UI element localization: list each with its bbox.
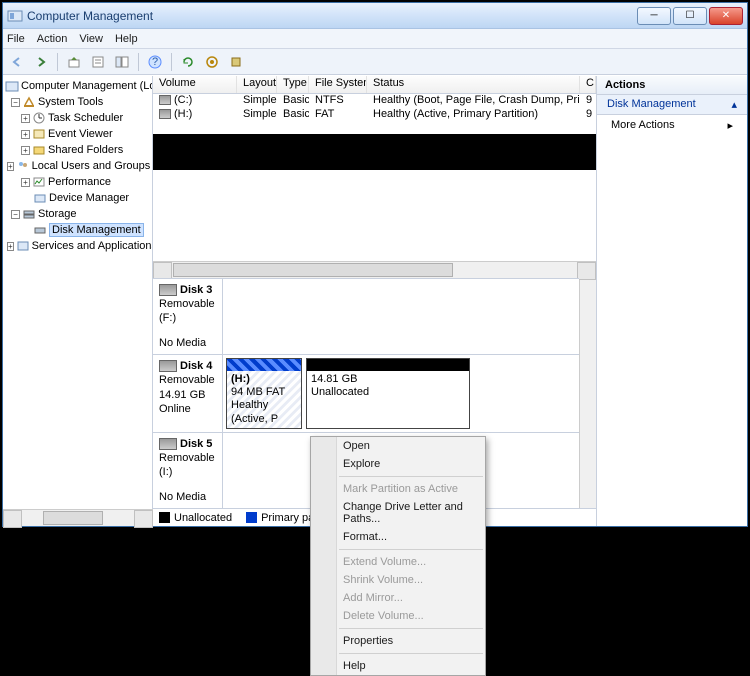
col-capacity[interactable]: C bbox=[580, 76, 596, 93]
expand-icon[interactable]: + bbox=[7, 162, 14, 171]
settings-button[interactable] bbox=[226, 52, 246, 72]
col-filesystem[interactable]: File System bbox=[309, 76, 367, 93]
properties-button[interactable] bbox=[88, 52, 108, 72]
volume-icon bbox=[159, 109, 171, 119]
menu-view[interactable]: View bbox=[79, 33, 103, 45]
expand-icon[interactable]: + bbox=[21, 130, 30, 139]
actions-pane: Actions Disk Management ▴ More Actions ▸ bbox=[597, 76, 747, 526]
maximize-button[interactable]: ☐ bbox=[673, 7, 707, 25]
ctx-add-mirror: Add Mirror... bbox=[311, 589, 485, 607]
minimize-button[interactable]: ─ bbox=[637, 7, 671, 25]
tree-storage[interactable]: −Storage bbox=[3, 206, 152, 222]
menu-action[interactable]: Action bbox=[37, 33, 68, 45]
disk-header: Disk 5 Removable (I:) No Media bbox=[153, 433, 223, 508]
disk-icon bbox=[159, 360, 177, 372]
tree-task-scheduler[interactable]: +Task Scheduler bbox=[3, 110, 152, 126]
tree-device-manager[interactable]: Device Manager bbox=[3, 190, 152, 206]
actions-header: Actions bbox=[597, 76, 747, 95]
ctx-delete-volume: Delete Volume... bbox=[311, 607, 485, 625]
up-button[interactable] bbox=[64, 52, 84, 72]
volume-list[interactable]: (C:) Simple Basic NTFS Healthy (Boot, Pa… bbox=[153, 94, 596, 134]
partition-unallocated[interactable]: 14.81 GB Unallocated bbox=[306, 358, 470, 429]
expand-icon[interactable]: + bbox=[21, 114, 30, 123]
disk-icon bbox=[159, 438, 177, 450]
partition-h[interactable]: (H:) 94 MB FAT Healthy (Active, P bbox=[226, 358, 302, 429]
graphical-scrollbar[interactable] bbox=[579, 278, 596, 508]
col-layout[interactable]: Layout bbox=[237, 76, 277, 93]
ctx-open[interactable]: Open bbox=[311, 437, 485, 455]
forward-button[interactable] bbox=[31, 52, 51, 72]
toolbar: ? bbox=[3, 49, 747, 75]
ctx-extend-volume: Extend Volume... bbox=[311, 553, 485, 571]
rescan-button[interactable] bbox=[202, 52, 222, 72]
titlebar[interactable]: Computer Management ─ ☐ ✕ bbox=[3, 3, 747, 29]
tree-system-tools[interactable]: −System Tools bbox=[3, 94, 152, 110]
svg-text:?: ? bbox=[152, 56, 158, 68]
chevron-up-icon: ▴ bbox=[731, 98, 737, 111]
help-button[interactable]: ? bbox=[145, 52, 165, 72]
volume-list-scrollbar[interactable] bbox=[153, 261, 596, 278]
ctx-mark-active: Mark Partition as Active bbox=[311, 480, 485, 498]
col-type[interactable]: Type bbox=[277, 76, 309, 93]
legend-swatch-unallocated bbox=[159, 512, 170, 523]
tree-disk-management[interactable]: Disk Management bbox=[3, 222, 152, 238]
volume-row[interactable]: (H:) Simple Basic FAT Healthy (Active, P… bbox=[153, 108, 596, 122]
tree-shared-folders[interactable]: +Shared Folders bbox=[3, 142, 152, 158]
tree-event-viewer[interactable]: +Event Viewer bbox=[3, 126, 152, 142]
redacted-rows bbox=[153, 134, 596, 170]
disk-header: Disk 3 Removable (F:) No Media bbox=[153, 279, 223, 354]
ctx-explore[interactable]: Explore bbox=[311, 455, 485, 473]
menu-help[interactable]: Help bbox=[115, 33, 138, 45]
ctx-format[interactable]: Format... bbox=[311, 528, 485, 546]
tree-root[interactable]: Computer Management (Local bbox=[3, 78, 152, 94]
refresh-button[interactable] bbox=[178, 52, 198, 72]
ctx-help[interactable]: Help bbox=[311, 657, 485, 675]
disk-row-4[interactable]: Disk 4 Removable 14.91 GB Online (H:) 94… bbox=[153, 355, 579, 433]
expand-icon[interactable]: + bbox=[7, 242, 14, 251]
context-menu: Open Explore Mark Partition as Active Ch… bbox=[310, 436, 486, 676]
ctx-shrink-volume: Shrink Volume... bbox=[311, 571, 485, 589]
navigation-tree[interactable]: Computer Management (Local −System Tools… bbox=[3, 76, 153, 509]
ctx-properties[interactable]: Properties bbox=[311, 632, 485, 650]
col-status[interactable]: Status bbox=[367, 76, 580, 93]
tree-services[interactable]: +Services and Applications bbox=[3, 238, 152, 254]
show-hide-tree-button[interactable] bbox=[112, 52, 132, 72]
actions-more[interactable]: More Actions ▸ bbox=[597, 115, 747, 136]
tree-performance[interactable]: +Performance bbox=[3, 174, 152, 190]
disk-icon bbox=[159, 284, 177, 296]
volume-icon bbox=[159, 95, 171, 105]
volume-row[interactable]: (C:) Simple Basic NTFS Healthy (Boot, Pa… bbox=[153, 94, 596, 108]
col-volume[interactable]: Volume bbox=[153, 76, 237, 93]
chevron-right-icon: ▸ bbox=[727, 119, 733, 132]
back-button[interactable] bbox=[7, 52, 27, 72]
volume-list-header[interactable]: Volume Layout Type File System Status C bbox=[153, 76, 596, 94]
actions-section[interactable]: Disk Management ▴ bbox=[597, 95, 747, 115]
menu-file[interactable]: File bbox=[7, 33, 25, 45]
legend-swatch-primary bbox=[246, 512, 257, 523]
disk-row-3[interactable]: Disk 3 Removable (F:) No Media bbox=[153, 279, 579, 355]
tree-local-users[interactable]: +Local Users and Groups bbox=[3, 158, 152, 174]
close-button[interactable]: ✕ bbox=[709, 7, 743, 25]
collapse-icon[interactable]: − bbox=[11, 210, 20, 219]
window-title: Computer Management bbox=[27, 9, 635, 23]
app-icon bbox=[7, 8, 23, 24]
ctx-change-drive-letter[interactable]: Change Drive Letter and Paths... bbox=[311, 498, 485, 528]
tree-scrollbar[interactable] bbox=[3, 509, 153, 526]
menubar: File Action View Help bbox=[3, 29, 747, 49]
disk-header: Disk 4 Removable 14.91 GB Online bbox=[153, 355, 223, 432]
expand-icon[interactable]: + bbox=[21, 146, 30, 155]
collapse-icon[interactable]: − bbox=[11, 98, 20, 107]
expand-icon[interactable]: + bbox=[21, 178, 30, 187]
